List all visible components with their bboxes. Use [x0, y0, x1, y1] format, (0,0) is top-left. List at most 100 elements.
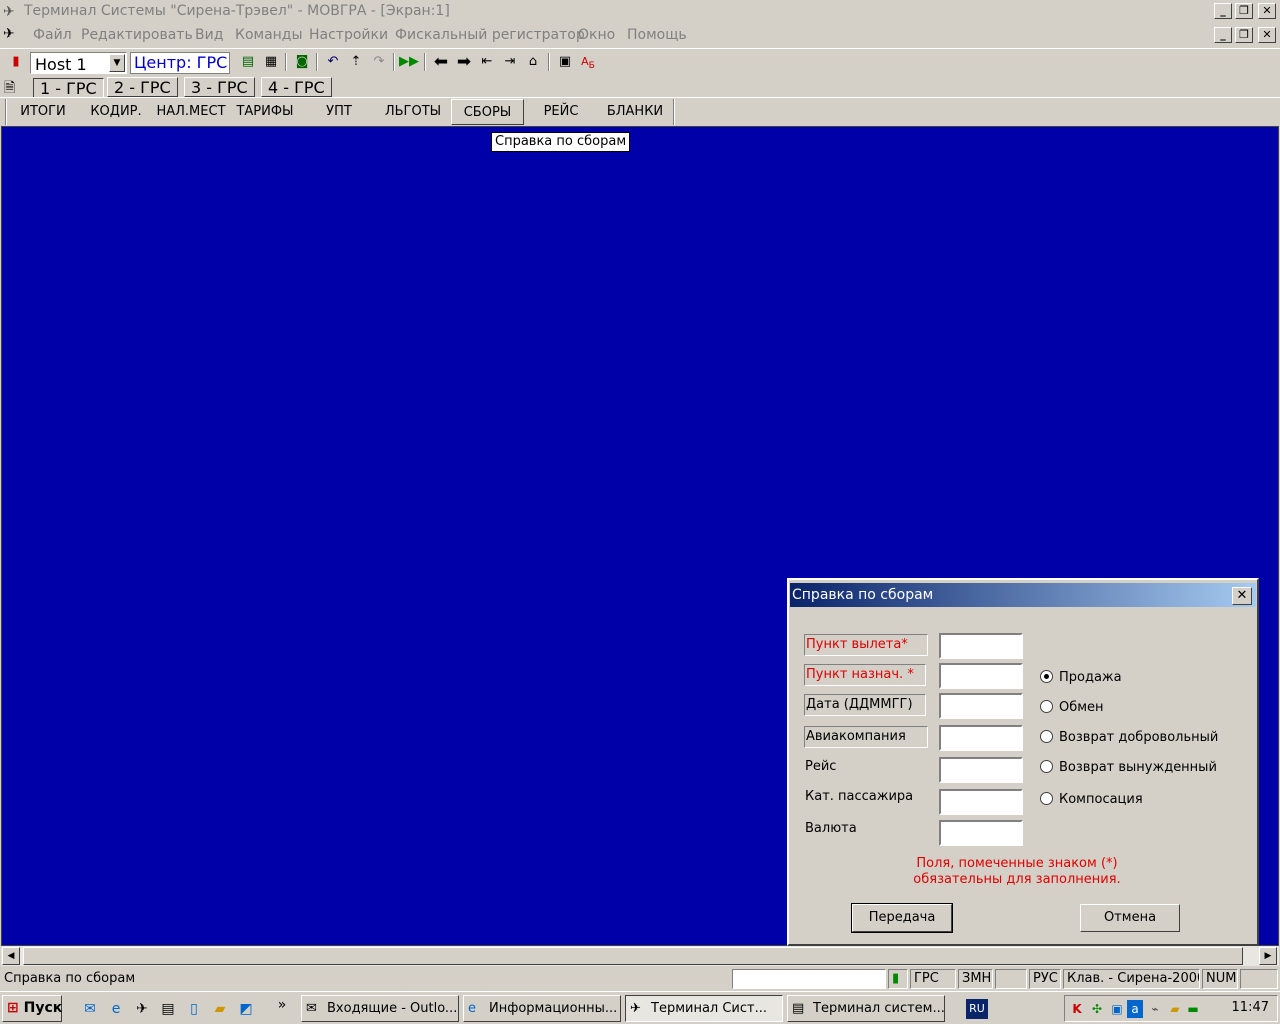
host-select[interactable]: Host 1 ▼: [30, 52, 127, 74]
dialog-close-button[interactable]: ✕: [1232, 587, 1252, 605]
undo-icon[interactable]: ↶: [323, 52, 343, 72]
display-icon[interactable]: ▣: [1109, 1000, 1125, 1018]
menu-help[interactable]: Помощь: [627, 27, 687, 43]
center-field: Центр: ГРС: [130, 52, 230, 74]
antivirus-icon[interactable]: K: [1069, 1000, 1085, 1018]
upload-icon[interactable]: ⇡: [346, 52, 366, 72]
func-sbory[interactable]: СБОРЫ: [451, 99, 524, 125]
status-panel-extra: [1240, 969, 1278, 989]
radio-forced-refund-label: Возврат вынужденный: [1059, 760, 1217, 775]
doc-restore-button[interactable]: ❐: [1235, 27, 1253, 43]
tab-screen-2[interactable]: 2 - ГРС: [107, 77, 178, 97]
battery-icon[interactable]: ▬: [1185, 1000, 1201, 1018]
menu-view[interactable]: Вид: [195, 27, 223, 43]
cancel-button[interactable]: Отмена: [1080, 904, 1180, 932]
destination-input[interactable]: [939, 663, 1023, 689]
menu-window[interactable]: Окно: [578, 27, 615, 43]
dialog-title-bar[interactable]: Справка по сборам ✕: [790, 583, 1256, 607]
menu-fiscal[interactable]: Фискальный регистратор: [395, 27, 585, 43]
toolbar-separator: [316, 53, 318, 71]
menu-file[interactable]: Файл: [33, 27, 72, 43]
book-icon[interactable]: ▤: [238, 52, 258, 72]
task-terminal-active[interactable]: ✈ Терминал Сист...: [625, 995, 783, 1022]
screen-tabs: 🗎 1 - ГРС 2 - ГРС 3 - ГРС 4 - ГРС: [0, 75, 1280, 98]
radio-forced-refund-dot[interactable]: [1040, 760, 1053, 773]
radio-forced-refund[interactable]: Возврат вынужденный: [1040, 758, 1217, 778]
func-reis[interactable]: РЕЙС: [526, 99, 596, 125]
passenger-category-input[interactable]: [939, 789, 1023, 815]
func-itogi[interactable]: ИТОГИ: [10, 99, 76, 125]
tab-home-icon[interactable]: ⌂: [523, 52, 543, 72]
tab-screen-4[interactable]: 4 - ГРС: [261, 77, 332, 97]
arrow-left-icon[interactable]: ⬅: [431, 52, 451, 72]
doc-close-button[interactable]: ✕: [1258, 27, 1276, 43]
radio-composition[interactable]: Компосация: [1040, 790, 1143, 810]
internet-explorer-icon[interactable]: e: [106, 999, 126, 1019]
network-icon[interactable]: ▤: [158, 999, 178, 1019]
horizontal-scrollbar[interactable]: ◀ ▶: [1, 946, 1279, 966]
func-nal-mest[interactable]: НАЛ.МЕСТ: [154, 99, 228, 125]
language-indicator[interactable]: RU: [966, 999, 988, 1019]
menu-commands[interactable]: Команды: [235, 27, 303, 43]
task-terminal-2[interactable]: ▤ Терминал систем...: [787, 995, 945, 1022]
system-tray: K ✣ ▣ a ⌁ ▰ ▬ 11:47: [1064, 995, 1278, 1022]
radio-sale-dot[interactable]: [1040, 670, 1053, 683]
settings-icon[interactable]: ◩: [236, 999, 256, 1019]
radio-voluntary-refund-dot[interactable]: [1040, 730, 1053, 743]
connection-icon[interactable]: ⌁: [1147, 1000, 1163, 1018]
arrow-right-icon[interactable]: ➡: [454, 52, 474, 72]
more-quicklaunch[interactable]: »: [272, 995, 292, 1015]
task-info[interactable]: e Информационны...: [463, 995, 621, 1022]
func-tarify[interactable]: ТАРИФЫ: [230, 99, 300, 125]
clipboard-icon[interactable]: ▦: [261, 52, 281, 72]
traffic-light-icon[interactable]: ▮: [6, 52, 26, 72]
fast-forward-icon[interactable]: ▶▶: [399, 52, 419, 72]
task-outlook[interactable]: ✉ Входящие - Outlo...: [301, 995, 459, 1022]
close-button[interactable]: ✕: [1258, 3, 1276, 19]
chevron-down-icon[interactable]: ▼: [109, 54, 125, 72]
minimize-button[interactable]: _: [1214, 3, 1232, 19]
network-status-icon[interactable]: ✣: [1089, 1000, 1105, 1018]
destination-label: Пункт назнач. *: [804, 664, 926, 686]
redo-icon[interactable]: ↷: [369, 52, 389, 72]
tab-forward-icon[interactable]: ⇥: [500, 52, 520, 72]
scroll-left-icon[interactable]: ◀: [2, 947, 20, 965]
restore-button[interactable]: ❐: [1235, 3, 1253, 19]
func-lgoty[interactable]: ЛЬГОТЫ: [378, 99, 448, 125]
scroll-thumb[interactable]: [23, 947, 1243, 965]
date-input[interactable]: [939, 693, 1023, 719]
font-icon[interactable]: a: [1127, 1000, 1143, 1018]
dialog-title: Справка по сборам: [792, 587, 934, 603]
submit-button[interactable]: Передача: [851, 903, 953, 933]
scroll-right-icon[interactable]: ▶: [1259, 947, 1277, 965]
radio-exchange[interactable]: Обмен: [1040, 698, 1104, 718]
menu-settings[interactable]: Настройки: [309, 27, 388, 43]
func-blanki[interactable]: БЛАНКИ: [600, 99, 670, 125]
database-icon[interactable]: ◙: [292, 52, 312, 72]
spell-icon[interactable]: AБ: [578, 52, 598, 72]
document-icon[interactable]: ▯: [184, 999, 204, 1019]
currency-input[interactable]: [939, 820, 1023, 846]
airplane-icon[interactable]: ✈: [132, 999, 152, 1019]
tab-back-icon[interactable]: ⇤: [477, 52, 497, 72]
menu-edit[interactable]: Редактировать: [81, 27, 193, 43]
radio-voluntary-refund[interactable]: Возврат добровольный: [1040, 728, 1218, 748]
folder-icon[interactable]: ▰: [210, 999, 230, 1019]
outlook-icon[interactable]: ✉: [80, 999, 100, 1019]
doc-minimize-button[interactable]: _: [1214, 27, 1232, 43]
departure-input[interactable]: [939, 633, 1023, 659]
radio-composition-dot[interactable]: [1040, 792, 1053, 805]
airline-input[interactable]: [939, 725, 1023, 751]
note-line-1: Поля, помеченные знаком (*): [916, 856, 1118, 871]
func-kodir[interactable]: КОДИР.: [84, 99, 148, 125]
radio-sale[interactable]: Продажа: [1040, 668, 1122, 688]
tab-screen-3[interactable]: 3 - ГРС: [184, 77, 255, 97]
start-button[interactable]: ⊞ Пуск: [2, 995, 62, 1022]
window-icon[interactable]: ▣: [555, 52, 575, 72]
tab-screen-1[interactable]: 1 - ГРС: [33, 78, 104, 98]
func-upt[interactable]: УПТ: [304, 99, 374, 125]
radio-exchange-dot[interactable]: [1040, 700, 1053, 713]
flight-input[interactable]: [939, 757, 1023, 783]
cup-icon[interactable]: ▰: [1167, 1000, 1183, 1018]
app-menu-icon[interactable]: ✈: [3, 26, 25, 44]
